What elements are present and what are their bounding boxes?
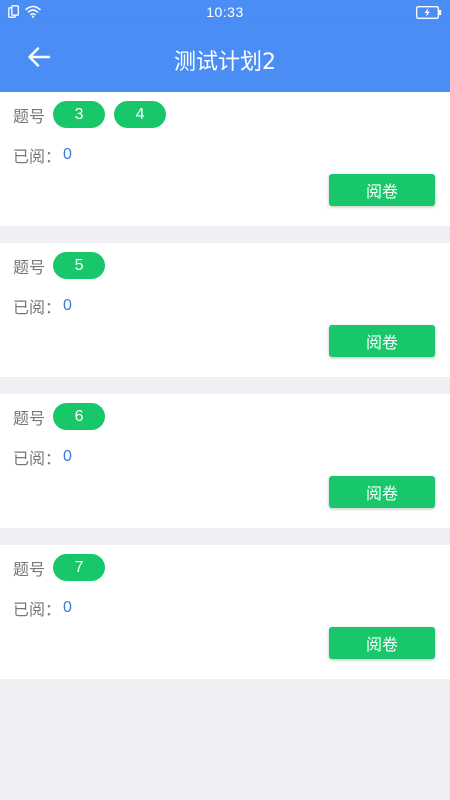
read-count: 0 — [63, 146, 72, 163]
question-label: 题号 — [13, 559, 46, 579]
read-row: 已阅： 0 — [13, 294, 72, 318]
question-chip[interactable]: 5 — [53, 252, 106, 279]
read-count: 0 — [63, 599, 72, 616]
question-row: 题号 7 — [13, 554, 114, 581]
app-bar: 测试计划2 — [0, 24, 450, 92]
question-chip[interactable]: 7 — [53, 554, 106, 581]
grade-button[interactable]: 阅卷 — [329, 476, 435, 508]
question-row: 题号 5 — [13, 252, 114, 279]
read-row: 已阅： 0 — [13, 445, 72, 469]
read-row: 已阅： 0 — [13, 143, 72, 167]
question-label: 题号 — [13, 408, 46, 428]
plan-card: 题号 5 已阅： 0 阅卷 — [0, 243, 450, 377]
question-chip[interactable]: 6 — [53, 403, 106, 430]
plan-card: 题号 3 4 已阅： 0 阅卷 — [0, 92, 450, 226]
question-label: 题号 — [13, 257, 46, 277]
read-count: 0 — [63, 448, 72, 465]
status-bar: 10:33 — [0, 0, 450, 24]
plan-card: 题号 6 已阅： 0 阅卷 — [0, 394, 450, 528]
question-chip[interactable]: 3 — [53, 101, 106, 128]
read-label: 已阅： — [13, 449, 62, 468]
read-row: 已阅： 0 — [13, 596, 72, 620]
read-label: 已阅： — [13, 600, 62, 619]
grade-button[interactable]: 阅卷 — [329, 627, 435, 659]
plan-list: 题号 3 4 已阅： 0 阅卷 题号 5 已阅： 0 阅卷 题号 6 已阅： 0… — [0, 92, 450, 696]
page-title: 测试计划2 — [174, 50, 276, 75]
question-label: 题号 — [13, 106, 46, 126]
status-time: 10:33 — [206, 4, 244, 20]
question-chip[interactable]: 4 — [114, 101, 167, 128]
read-count: 0 — [63, 297, 72, 314]
battery-charging-icon — [416, 6, 442, 24]
question-row: 题号 3 4 — [13, 101, 175, 128]
read-label: 已阅： — [13, 147, 62, 166]
plan-card: 题号 7 已阅： 0 阅卷 — [0, 545, 450, 679]
grade-button[interactable]: 阅卷 — [329, 325, 435, 357]
read-label: 已阅： — [13, 298, 62, 317]
grade-button[interactable]: 阅卷 — [329, 174, 435, 206]
question-row: 题号 6 — [13, 403, 114, 430]
